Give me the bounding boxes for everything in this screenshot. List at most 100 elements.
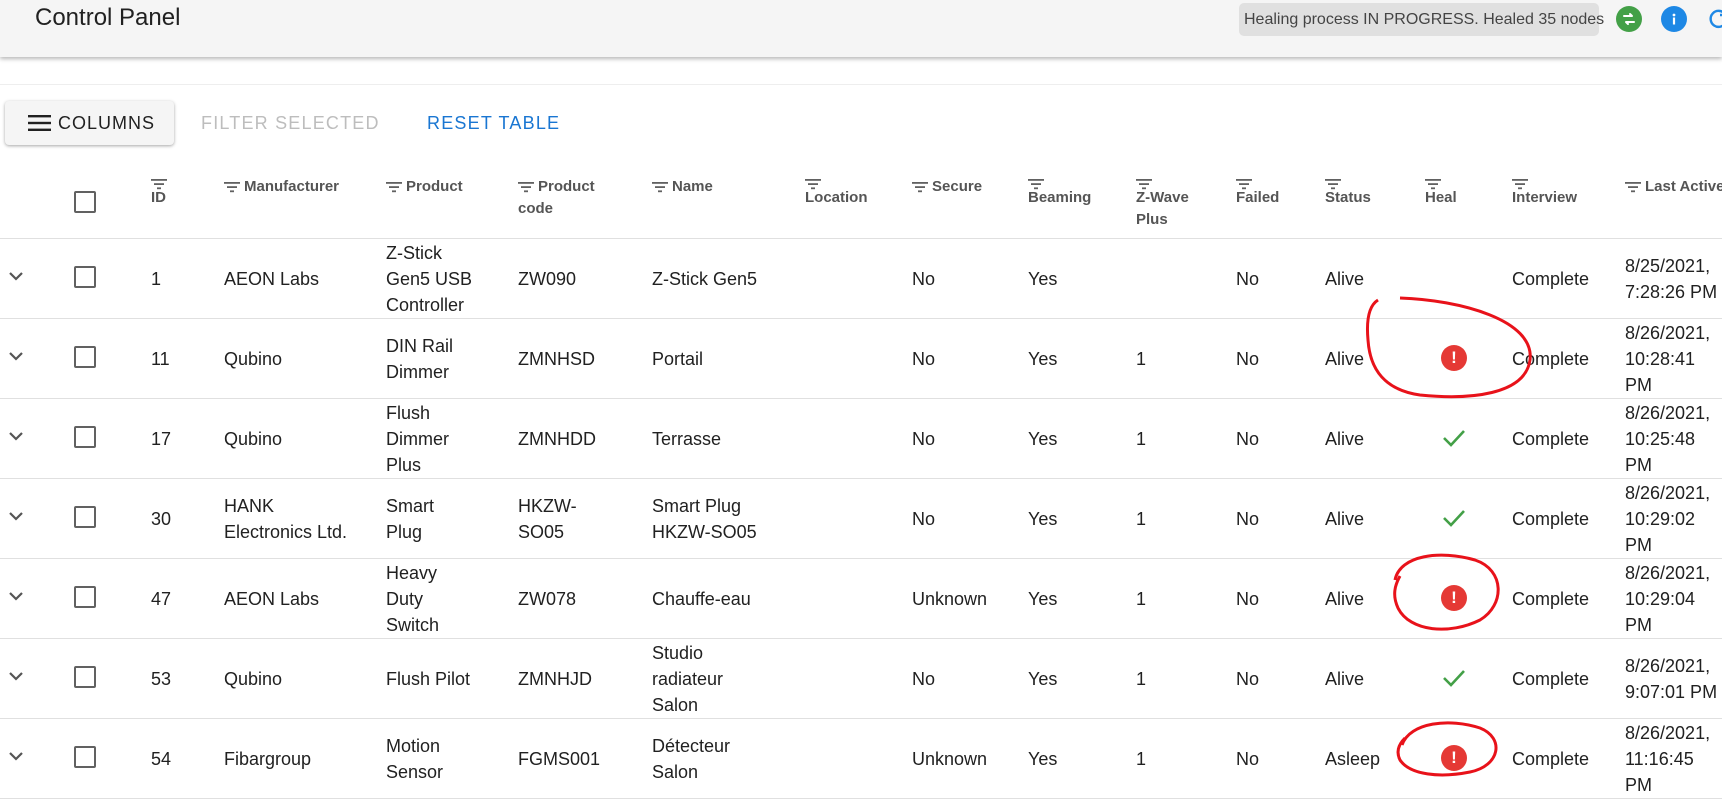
cell-last-active: 8/25/2021, 7:28:26 PM	[1625, 256, 1718, 302]
page-title: Control Panel	[35, 4, 181, 31]
cell-last-active: 8/26/2021, 9:07:01 PM	[1625, 656, 1718, 702]
row-checkbox[interactable]	[74, 506, 96, 528]
column-header-label: Beaming	[1028, 189, 1092, 206]
row-checkbox[interactable]	[74, 346, 96, 368]
cell-manufacturer: Qubino	[224, 669, 283, 689]
heal-done-check-icon	[1441, 507, 1467, 534]
cell-beaming: Yes	[1028, 669, 1058, 689]
table-row[interactable]: 53 Qubino Flush Pilot ZMNHJD Studio radiateu…	[0, 639, 1722, 719]
cell-product-code: HKZW-SO05	[518, 496, 577, 542]
column-header-name[interactable]: Name	[652, 176, 767, 198]
column-header-product[interactable]: Product	[386, 176, 501, 198]
cell-zwave-plus: 1	[1136, 589, 1147, 609]
table-row[interactable]: 47 AEON Labs Heavy Duty Switch ZW078 Chauffe…	[0, 559, 1722, 639]
row-checkbox[interactable]	[74, 586, 96, 608]
cell-secure: No	[912, 669, 936, 689]
column-header-label: Secure	[932, 178, 983, 195]
cell-last-active: 8/26/2021, 10:28:41 PM	[1625, 323, 1711, 395]
column-header-label: Interview	[1512, 189, 1578, 206]
cell-name: Chauffe-eau	[652, 589, 751, 609]
cell-product: DIN Rail Dimmer	[386, 336, 454, 382]
column-header-last-active[interactable]: Last Active	[1625, 176, 1722, 198]
expand-row-icon[interactable]	[6, 746, 26, 771]
table-row[interactable]: 17 Qubino Flush Dimmer Plus ZMNHDD Terrasse N…	[0, 399, 1722, 479]
cell-name: Portail	[652, 349, 704, 369]
table-header: ID Manufacturer Product Product code Name Loc…	[0, 161, 1722, 239]
column-header-location[interactable]: Location	[805, 173, 895, 209]
cell-status: Alive	[1325, 589, 1365, 609]
cell-failed: No	[1236, 429, 1260, 449]
cell-last-active: 8/26/2021, 10:29:02 PM	[1625, 483, 1711, 555]
column-header-label: Status	[1325, 189, 1371, 206]
row-checkbox[interactable]	[74, 666, 96, 688]
expand-row-icon[interactable]	[6, 586, 26, 611]
cell-interview: Complete	[1512, 669, 1590, 689]
column-header-interview[interactable]: Interview	[1512, 173, 1602, 209]
cell-beaming: Yes	[1028, 429, 1058, 449]
filter-icon[interactable]	[386, 181, 402, 193]
columns-button[interactable]: COLUMNS	[5, 101, 174, 145]
column-header-label: ID	[151, 189, 166, 206]
cell-status: Alive	[1325, 669, 1365, 689]
cell-beaming: Yes	[1028, 509, 1058, 529]
cell-beaming: Yes	[1028, 749, 1058, 769]
reset-table-button[interactable]: RESET TABLE	[427, 101, 560, 145]
cell-interview: Complete	[1512, 269, 1590, 289]
column-header-label: Heal	[1425, 189, 1457, 206]
info-icon[interactable]	[1661, 6, 1687, 32]
column-header-label: Failed	[1236, 189, 1280, 206]
cell-product-code: FGMS001	[518, 749, 601, 769]
table-row[interactable]: 30 HANK Electronics Ltd. Smart Plug HKZW-SO…	[0, 479, 1722, 559]
row-checkbox[interactable]	[74, 266, 96, 288]
column-header-failed[interactable]: Failed	[1236, 173, 1296, 209]
row-checkbox[interactable]	[74, 746, 96, 768]
cell-zwave-plus: 1	[1136, 669, 1147, 689]
column-header-manufacturer[interactable]: Manufacturer	[224, 176, 359, 198]
cell-status: Alive	[1325, 429, 1365, 449]
cell-id: 53	[151, 669, 172, 689]
cell-id: 17	[151, 429, 172, 449]
cell-last-active: 8/26/2021, 10:25:48 PM	[1625, 403, 1711, 475]
cell-failed: No	[1236, 349, 1260, 369]
cell-product: Flush Pilot	[386, 669, 471, 689]
cell-failed: No	[1236, 589, 1260, 609]
cell-interview: Complete	[1512, 749, 1590, 769]
column-header-secure[interactable]: Secure	[912, 176, 1002, 198]
table-row[interactable]: 11 Qubino DIN Rail Dimmer ZMNHSD Portail No Ye…	[0, 319, 1722, 399]
expand-row-icon[interactable]	[6, 346, 26, 371]
column-header-id[interactable]: ID	[151, 173, 191, 209]
filter-icon[interactable]	[912, 181, 928, 193]
cell-last-active: 8/26/2021, 10:29:04 PM	[1625, 563, 1711, 635]
nodes-table: ID Manufacturer Product Product code Name Loc…	[0, 161, 1722, 799]
filter-icon[interactable]	[518, 181, 534, 193]
filter-icon[interactable]	[224, 181, 240, 193]
expand-row-icon[interactable]	[6, 666, 26, 691]
cell-zwave-plus: 1	[1136, 509, 1147, 529]
cell-failed: No	[1236, 269, 1260, 289]
cell-manufacturer: AEON Labs	[224, 269, 320, 289]
expand-row-icon[interactable]	[6, 266, 26, 291]
table-toolbar: COLUMNS FILTER SELECTED RESET TABLE	[0, 84, 1722, 145]
cell-secure: No	[912, 269, 936, 289]
cell-failed: No	[1236, 749, 1260, 769]
column-header-heal[interactable]: Heal	[1425, 173, 1485, 209]
cell-product: Flush Dimmer Plus	[386, 403, 449, 475]
column-header-beaming[interactable]: Beaming	[1028, 173, 1108, 209]
column-header-zwave-plus[interactable]: Z-Wave Plus	[1136, 173, 1206, 231]
table-row[interactable]: 54 Fibargroup Motion Sensor FGMS001 Détecteu…	[0, 719, 1722, 799]
cell-id: 30	[151, 509, 172, 529]
select-all-checkbox[interactable]	[74, 191, 96, 213]
column-header-label: Manufacturer	[244, 178, 340, 195]
column-header-product-code[interactable]: Product code	[518, 176, 618, 220]
filter-selected-button[interactable]: FILTER SELECTED	[201, 101, 380, 145]
expand-row-icon[interactable]	[6, 426, 26, 451]
expand-row-icon[interactable]	[6, 506, 26, 531]
columns-button-label: COLUMNS	[58, 112, 156, 133]
row-checkbox[interactable]	[74, 426, 96, 448]
refresh-icon[interactable]	[1705, 6, 1722, 32]
filter-icon[interactable]	[652, 181, 668, 193]
column-header-status[interactable]: Status	[1325, 173, 1395, 209]
filter-icon[interactable]	[1625, 181, 1641, 193]
table-row[interactable]: 1 AEON Labs Z-Stick Gen5 USB Controller ZW0…	[0, 239, 1722, 319]
swap-icon[interactable]	[1616, 6, 1642, 32]
